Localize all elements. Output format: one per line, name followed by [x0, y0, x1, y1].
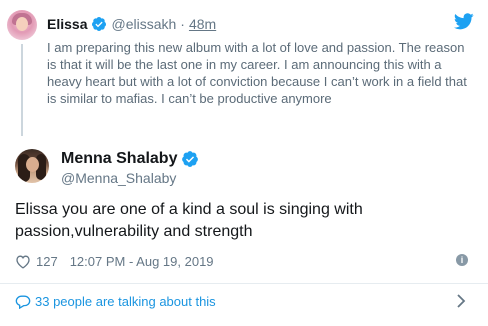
verified-badge-icon [92, 17, 107, 31]
quoted-author-handle[interactable]: @elissakh [111, 16, 176, 32]
talking-label[interactable]: 33 people are talking about this [35, 294, 216, 309]
conversation-link[interactable]: 33 people are talking about this [15, 292, 216, 310]
chevron-right-icon[interactable] [455, 293, 467, 309]
heart-icon[interactable] [15, 254, 31, 269]
author-name-row: Menna Shalaby [61, 149, 203, 169]
tweet-text: Elissa you are one of a kind a soul is s… [15, 201, 363, 240]
quoted-tweet-text: I am preparing this new album with a lot… [47, 40, 467, 106]
tweet-embed-card: Elissa @elissakh · 48m I am preparing th… [0, 0, 488, 326]
quoted-author-name[interactable]: Elissa [47, 16, 87, 32]
info-icon[interactable] [456, 254, 468, 266]
tweet-meta: 127 12:07 PM - Aug 19, 2019 [15, 252, 214, 270]
author-handle[interactable]: @Menna_Shalaby [61, 170, 176, 186]
verified-badge-icon [182, 151, 199, 167]
header-separator: · [180, 16, 185, 32]
menna-avatar[interactable] [15, 149, 49, 183]
elissa-avatar[interactable] [7, 10, 37, 40]
twitter-bird-icon[interactable] [454, 13, 474, 30]
tweet-timestamp[interactable]: 12:07 PM - Aug 19, 2019 [70, 254, 214, 269]
speech-bubble-icon [15, 295, 31, 309]
footer-divider [0, 283, 488, 284]
quoted-tweet-header: Elissa @elissakh · 48m [47, 15, 216, 33]
quoted-tweet-time[interactable]: 48m [189, 16, 216, 32]
thread-line [21, 44, 23, 136]
like-count[interactable]: 127 [36, 254, 58, 269]
author-name[interactable]: Menna Shalaby [61, 150, 177, 168]
